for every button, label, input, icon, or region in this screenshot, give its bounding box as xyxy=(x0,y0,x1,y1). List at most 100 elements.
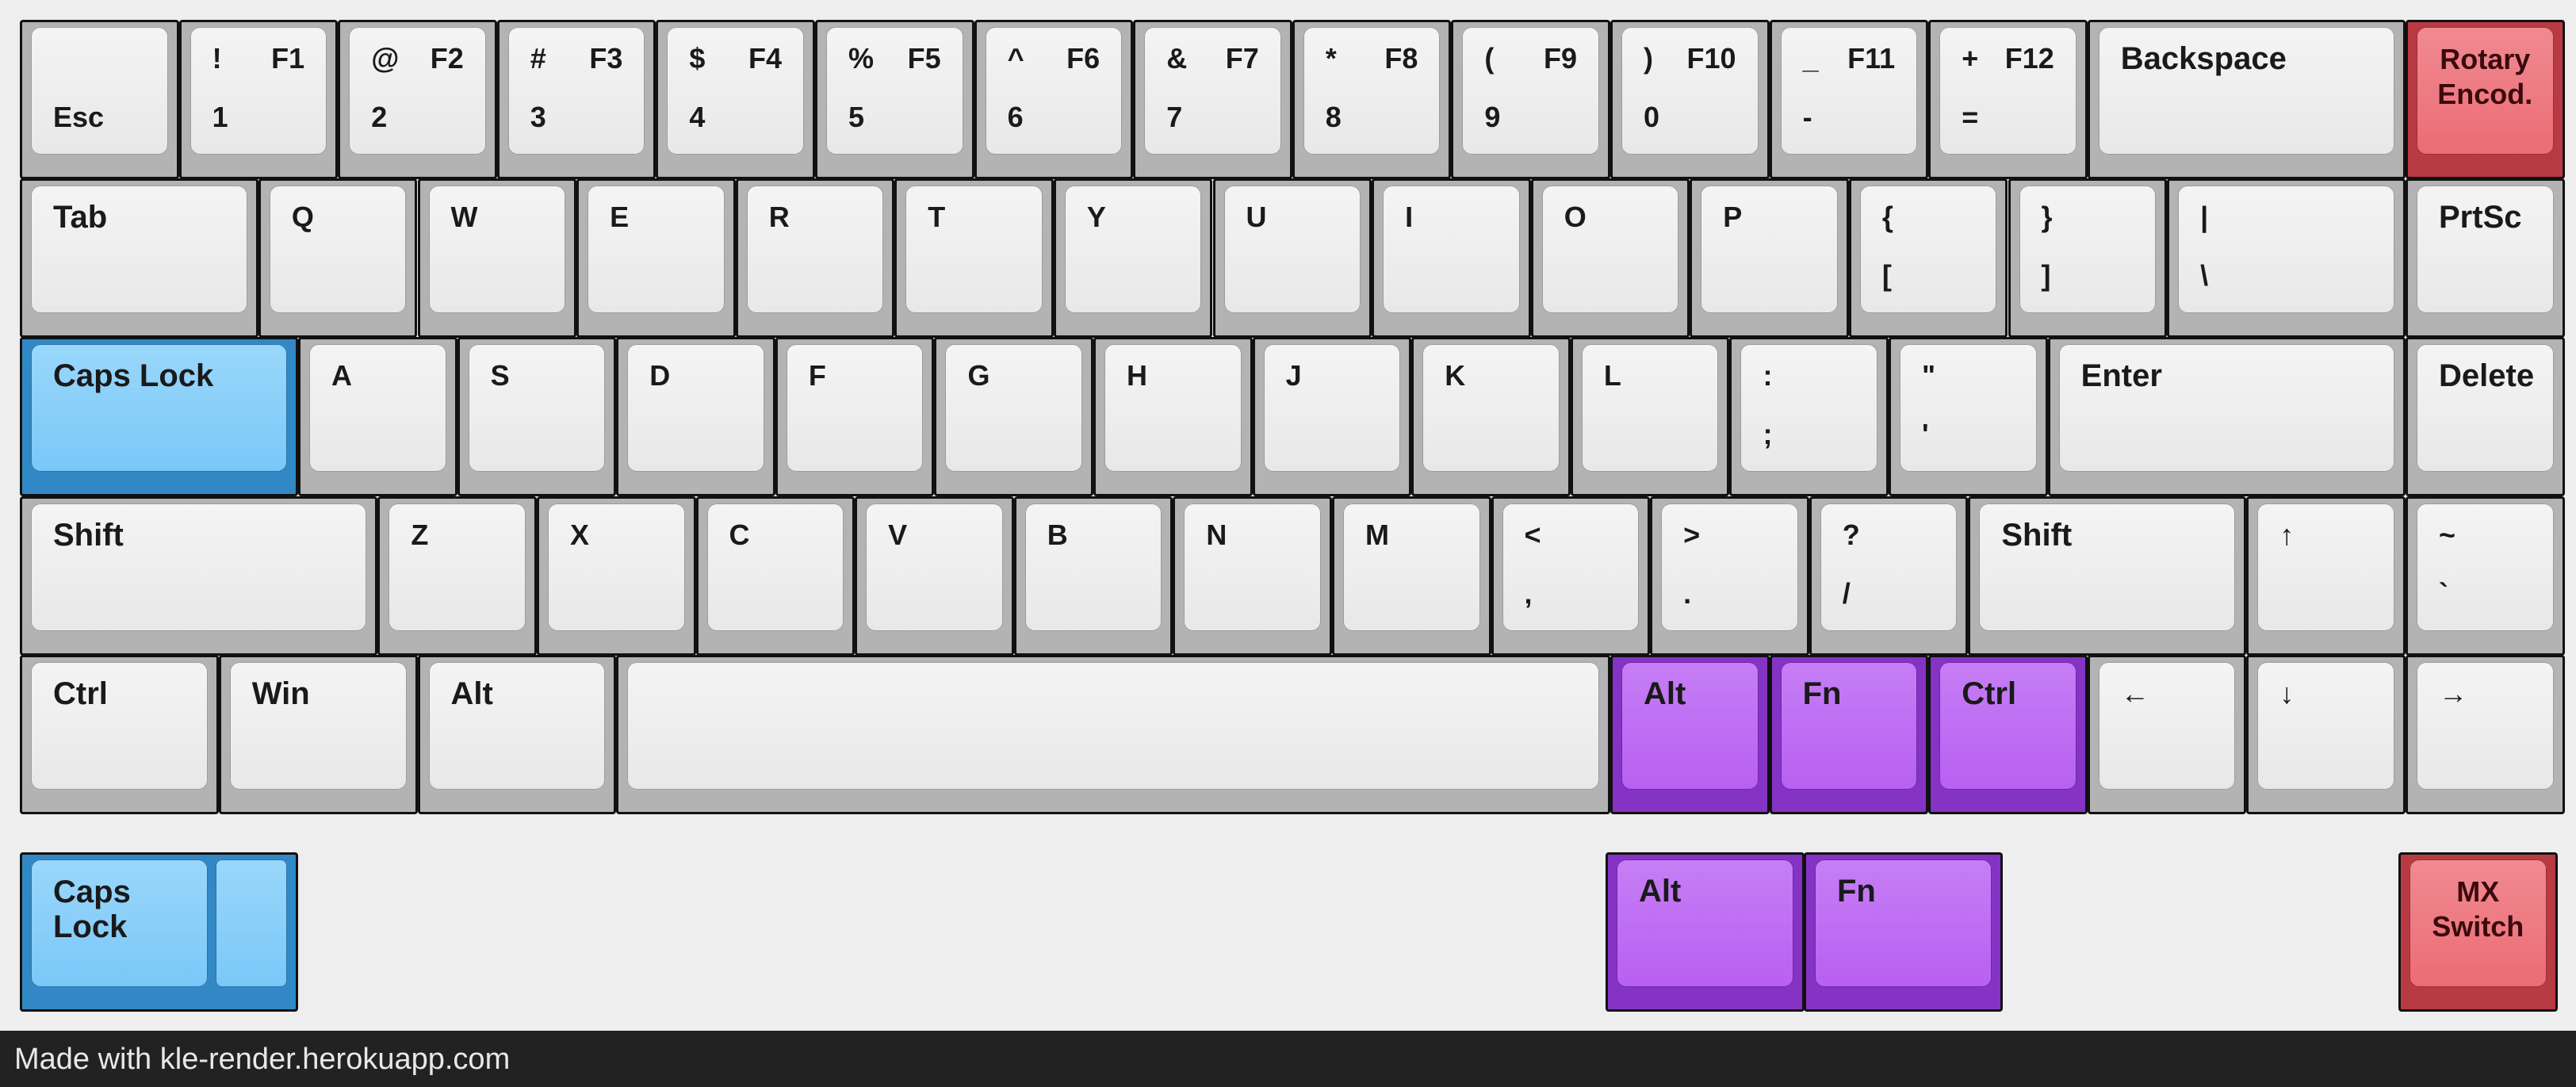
key-f[interactable]: F xyxy=(775,337,935,496)
key-v[interactable]: V xyxy=(855,496,1014,656)
key-e[interactable]: E xyxy=(576,178,736,338)
key-left-ctrl[interactable]: Ctrl xyxy=(20,655,219,814)
key-prtsc[interactable]: PrtSc xyxy=(2406,178,2565,338)
key-j[interactable]: J xyxy=(1252,337,1412,496)
key-c[interactable]: C xyxy=(695,496,855,656)
key-legend-bl: , xyxy=(1524,577,1533,610)
key-legend-tl: U xyxy=(1246,201,1267,233)
key-h[interactable]: H xyxy=(1093,337,1253,496)
key-z[interactable]: Z xyxy=(377,496,537,656)
key-legend-tr: F8 xyxy=(1384,42,1418,75)
keycap-top xyxy=(269,186,407,313)
key-2[interactable]: @ F2 2 xyxy=(338,20,497,179)
key-quote[interactable]: " ' xyxy=(1889,337,2048,496)
key-legend-tl: Ctrl xyxy=(53,676,108,711)
key-8[interactable]: * F8 8 xyxy=(1292,20,1452,179)
key-right-alt[interactable]: Alt xyxy=(1610,655,1770,814)
key-d[interactable]: D xyxy=(616,337,775,496)
key-legend-tl: Alt xyxy=(1639,874,1682,909)
key-backslash[interactable]: | \ xyxy=(2167,178,2406,338)
key-legend-tr: F7 xyxy=(1225,42,1259,75)
key-left-shift[interactable]: Shift xyxy=(20,496,378,656)
key-mx-switch[interactable]: MX Switch xyxy=(2398,852,2558,1012)
key-esc[interactable]: Esc xyxy=(20,20,179,179)
key-legend-tr: F12 xyxy=(2004,42,2054,75)
key-legend-bl: 2 xyxy=(371,101,388,133)
key-alt-alt[interactable]: Alt xyxy=(1606,852,1805,1012)
key-tab[interactable]: Tab xyxy=(20,178,258,338)
key-up-arrow[interactable]: ↑ xyxy=(2246,496,2406,656)
key-enter[interactable]: Enter xyxy=(2047,337,2406,496)
key-t[interactable]: T xyxy=(894,178,1054,338)
key-s[interactable]: S xyxy=(457,337,617,496)
key-legend-tl: Backspace xyxy=(2120,41,2287,76)
key-x[interactable]: X xyxy=(536,496,696,656)
key-w[interactable]: W xyxy=(417,178,577,338)
key-left-arrow[interactable]: ← xyxy=(2087,655,2247,814)
key-legend-bl: [ xyxy=(1881,259,1892,292)
key-comma[interactable]: <, xyxy=(1491,496,1651,656)
key-left-alt[interactable]: Alt xyxy=(417,655,617,814)
key-g[interactable]: G xyxy=(934,337,1094,496)
key-legend-tl: Y xyxy=(1086,201,1106,233)
key-legend-tl: ? xyxy=(1842,519,1860,551)
key-win[interactable]: Win xyxy=(218,655,418,814)
key-fn-alt[interactable]: Fn xyxy=(1804,852,2003,1012)
key-n[interactable]: N xyxy=(1173,496,1332,656)
keycap-top xyxy=(1144,27,1281,155)
key-legend-tl: Fn xyxy=(1802,676,1842,711)
key-legend-tl: + xyxy=(1962,42,1979,75)
key-legend-tl: } xyxy=(2041,201,2053,233)
key-slash[interactable]: ? / xyxy=(1809,496,1969,656)
key-legend-tl: O xyxy=(1564,201,1587,233)
key-9[interactable]: (F9 9 xyxy=(1451,20,1610,179)
key-y[interactable]: Y xyxy=(1053,178,1213,338)
key-u[interactable]: U xyxy=(1212,178,1372,338)
key-a[interactable]: A xyxy=(298,337,457,496)
key-legend-tr: F1 xyxy=(271,42,305,75)
key-i[interactable]: I xyxy=(1372,178,1531,338)
key-legend-bl: ; xyxy=(1763,418,1773,450)
key-0[interactable]: ) F10 0 xyxy=(1610,20,1770,179)
key-o[interactable]: O xyxy=(1530,178,1690,338)
keycap-top xyxy=(1701,186,1838,313)
key-1[interactable]: ! F1 1 xyxy=(178,20,339,179)
key-spacebar[interactable] xyxy=(616,655,1610,814)
keycap-top xyxy=(1859,186,1997,313)
key-6[interactable]: ^ F6 6 xyxy=(974,20,1134,179)
key-tilde[interactable]: ~ ` xyxy=(2406,496,2565,656)
key-caps-lock-stepped[interactable]: Caps Lock xyxy=(20,852,299,1012)
key-5[interactable]: % F5 5 xyxy=(815,20,974,179)
key-delete[interactable]: Delete xyxy=(2406,337,2565,496)
key-period[interactable]: >. xyxy=(1650,496,1809,656)
key-legend-tl: Z xyxy=(411,519,429,551)
key-3[interactable]: # F3 3 xyxy=(496,20,656,179)
key-b[interactable]: B xyxy=(1013,496,1173,656)
key-legend-tl: < xyxy=(1524,519,1541,551)
key-right-arrow[interactable]: → xyxy=(2406,655,2565,814)
key-caps-lock[interactable]: Caps Lock xyxy=(20,337,299,496)
keycap-top xyxy=(1780,662,1918,790)
key-rotary-encoder[interactable]: Rotary Encod. xyxy=(2406,20,2565,179)
key-semicolon[interactable]: :; xyxy=(1729,337,1889,496)
key-down-arrow[interactable]: ↓ xyxy=(2246,655,2406,814)
keycap-top xyxy=(905,186,1043,313)
key-right-bracket[interactable]: }] xyxy=(2008,178,2168,338)
key-fn[interactable]: Fn xyxy=(1769,655,1929,814)
key-l[interactable]: L xyxy=(1570,337,1730,496)
key-k[interactable]: K xyxy=(1411,337,1571,496)
key-right-shift[interactable]: Shift xyxy=(1968,496,2247,656)
key-4[interactable]: $ F4 4 xyxy=(656,20,815,179)
key-left-bracket[interactable]: {[ xyxy=(1848,178,2008,338)
key-backspace[interactable]: Backspace xyxy=(2087,20,2406,179)
key-q[interactable]: Q xyxy=(258,178,418,338)
key-legend-tr: F2 xyxy=(430,42,464,75)
key-p[interactable]: P xyxy=(1690,178,1849,338)
key-7[interactable]: & F7 7 xyxy=(1133,20,1292,179)
key-equals[interactable]: + F12 = xyxy=(1928,20,2088,179)
key-m[interactable]: M xyxy=(1331,496,1491,656)
key-right-ctrl[interactable]: Ctrl xyxy=(1928,655,2088,814)
key-legend-tl: L xyxy=(1603,359,1621,392)
key-r[interactable]: R xyxy=(735,178,895,338)
key-minus[interactable]: _ F11 - xyxy=(1769,20,1929,179)
